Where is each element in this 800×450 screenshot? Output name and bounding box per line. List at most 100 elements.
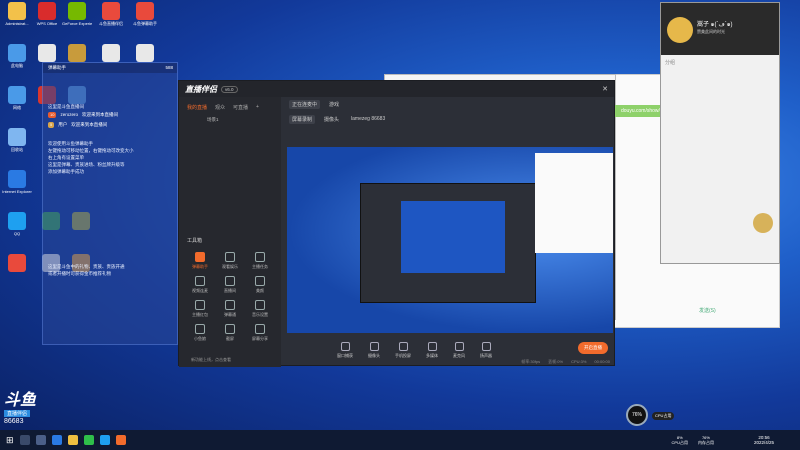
stream-preview[interactable] [287, 147, 613, 333]
douyu-icon[interactable] [115, 435, 126, 445]
app-icon [8, 128, 26, 146]
toolbar-button[interactable]: 窗口捕获 [337, 341, 353, 359]
watermark-room: 86683 [4, 418, 24, 425]
cpu-gauge: 76% [626, 404, 648, 426]
watermark-logo: 斗鱼 [4, 392, 37, 409]
toolbar-icon [454, 341, 464, 351]
windows-start-icon[interactable]: ⊞ [6, 435, 14, 446]
help-line: 这里是斗鱼中的礼物、贵族、贵族开通 [48, 264, 125, 269]
desktop-icon-label: 网络 [13, 105, 21, 110]
explorer-icon[interactable] [67, 435, 78, 445]
desktop-icon[interactable] [2, 254, 32, 288]
desktop-icon[interactable]: GeForce Experience [62, 2, 92, 36]
close-icon[interactable]: ✕ [602, 85, 608, 93]
desktop-icon-label: Internet Explorer [2, 189, 32, 194]
danmu-row: 5 用户 欢迎来到本直播间 [48, 122, 108, 128]
tool-label: 屏幕分享 [252, 336, 268, 341]
desktop-icon[interactable]: 斗鱼弹幕助手 [130, 2, 160, 36]
toolbar-button[interactable]: 摄像头 [368, 341, 380, 359]
toolbar-icon [340, 341, 350, 351]
toolbar-button[interactable]: 扬声器 [480, 341, 492, 359]
desktop-icon[interactable]: 回收站 [2, 128, 32, 162]
danmu-helper-window[interactable]: 弹幕助手 588 这里是斗鱼直播间 10 zerozero 欢迎来到本直播间 5 用户欢… [42, 62, 178, 345]
clock[interactable]: 20:56 2022/4/25 [754, 435, 774, 445]
danmu-viewer-count: 588 [165, 65, 173, 70]
desktop-icon-label: 斗鱼直播伴侣 [99, 21, 123, 26]
wechat-icon[interactable] [83, 435, 94, 445]
toolbar-label: 手机投屏 [395, 352, 411, 358]
tool-item[interactable]: 直播间 [215, 276, 245, 294]
help-line: 这里是弹幕、贵族进场、粉丝牌升级等 [48, 162, 125, 167]
danmu-line: 这里是斗鱼直播间 [48, 104, 84, 109]
tool-item[interactable]: 屏幕分享 [245, 324, 275, 342]
desktop-icon[interactable]: Internet Explorer [2, 170, 32, 204]
tool-item[interactable]: 主播红包 [185, 300, 215, 318]
desktop-icon-label: GeForce Experience [62, 21, 92, 26]
tool-item[interactable]: 弹幕助手 [185, 252, 215, 270]
rank-indicator[interactable]: 正在连麦中 [289, 99, 321, 109]
live-companion-window[interactable]: 直播伴侣 v6.0 ✕ 我的直播 观众 可直播 + 场景1 工具箱 弹幕助手 观看… [178, 80, 615, 367]
qq-icon[interactable] [99, 435, 110, 445]
app-icon [38, 2, 56, 20]
desktop-icon[interactable]: 网络 [2, 86, 32, 120]
tool-label: 主播任务 [252, 264, 268, 269]
tool-item[interactable]: 截屏 [215, 324, 245, 342]
desktop-icon[interactable]: QQ [2, 212, 32, 246]
desktop-icon-label: 此电脑 [11, 63, 23, 68]
toolbar-button[interactable]: 手机投屏 [395, 341, 411, 359]
tool-item[interactable]: 音乐设置 [245, 300, 275, 318]
danmu-title: 弹幕助手 [48, 65, 66, 70]
tool-item[interactable]: 小鱼娘 [185, 324, 215, 342]
douyu-watermark: 斗鱼 直播伴侣 86683 [4, 386, 64, 425]
scene-tab[interactable]: 游戏 [326, 100, 342, 109]
tool-label: 主播红包 [192, 312, 208, 317]
tab-audience[interactable]: 观众 [215, 104, 225, 111]
title-bar[interactable]: 直播伴侣 v6.0 ✕ [179, 81, 614, 97]
edge-icon[interactable] [51, 435, 62, 445]
tool-item[interactable]: 弹幕通 [215, 300, 245, 318]
start-live-button[interactable]: 开启直播 [578, 342, 608, 354]
group-label: 分组 [665, 60, 676, 66]
toolbar-button[interactable]: 麦克风 [453, 341, 465, 359]
tool-item[interactable]: 视频连麦 [185, 276, 215, 294]
desktop-icon[interactable]: 斗鱼直播伴侣 [96, 2, 126, 36]
toolbar-button[interactable]: 多媒体 [426, 341, 438, 359]
scene-tab[interactable]: 摄像头 [321, 115, 342, 124]
room-info: lamezeg 86683 [351, 116, 386, 122]
scene-tab[interactable]: 屏幕录制 [289, 114, 316, 124]
toolbar-label: 摄像头 [368, 352, 380, 358]
help-line: 左键拖动可移动位置，右键拖动可改变大小 [48, 148, 134, 153]
taskbar: ⊞ 8% CPU占用 76% 内存占用 20:56 2022/4/25 [0, 430, 800, 450]
tab-available[interactable]: 可直播 [233, 104, 248, 111]
tool-label: 美颜 [256, 288, 264, 293]
toolbar-icon [398, 341, 408, 351]
help-line: 右上角有设置菜单 [48, 155, 84, 160]
send-button[interactable]: 发送(S) [699, 307, 716, 314]
app-icon [68, 2, 86, 20]
search-icon[interactable] [19, 435, 30, 445]
app-icon [38, 44, 56, 62]
add-tab-button[interactable]: + [256, 104, 259, 111]
help-line: 添加弹幕助手成功 [48, 169, 84, 174]
app-icon [68, 44, 86, 62]
desktop-icon-label: Administrat... [5, 21, 29, 26]
desktop-icon-label: WPS Office [36, 21, 58, 26]
desktop-icon-label: 回收站 [11, 147, 23, 152]
cpu-usage: 8% CPU占用 [671, 434, 688, 445]
tool-item[interactable]: 观看娱乐 [215, 252, 245, 270]
tab-my-live[interactable]: 我的直播 [187, 104, 207, 111]
tool-label: 直播间 [224, 288, 236, 293]
desktop-icon[interactable]: Administrat... [2, 2, 32, 36]
mem-usage: 76% 内存占用 [697, 434, 714, 445]
app-icon [8, 170, 26, 188]
app-icon [102, 2, 120, 20]
tool-item[interactable]: 美颜 [245, 276, 275, 294]
desktop-icon[interactable]: 此电脑 [2, 44, 32, 78]
tool-item[interactable]: 主播任务 [245, 252, 275, 270]
toolbar-label: 窗口捕获 [337, 352, 353, 358]
status-bar: 帧率:30fps 丢帧:0% CPU:3% 00:00:00 [521, 359, 610, 364]
taskview-icon[interactable] [35, 435, 46, 445]
desktop-icon[interactable]: WPS Office [32, 2, 62, 36]
desktop-icon-label: 斗鱼弹幕助手 [133, 21, 157, 26]
qq-chat-window[interactable]: 嵩子 ๑(´ڡ`๑) 赞美此间的时光 分组 [660, 2, 780, 264]
